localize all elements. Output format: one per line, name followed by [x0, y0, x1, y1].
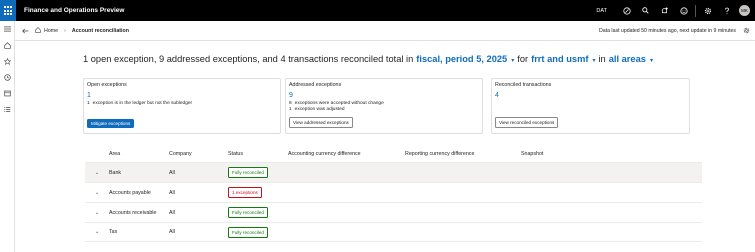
- column-header-accounting-difference[interactable]: Accounting currency difference: [288, 151, 361, 157]
- column-header-snapshot[interactable]: Snapshot: [521, 151, 543, 157]
- row-company: All: [169, 169, 175, 176]
- copilot-icon[interactable]: [617, 0, 636, 21]
- column-header-company[interactable]: Company: [169, 151, 192, 157]
- main-content: 1 open exception, 9 addressed exceptions…: [15, 41, 755, 252]
- home-icon[interactable]: [0, 37, 15, 53]
- card-title: Reconciled transactions: [495, 82, 552, 88]
- summary-headline: 1 open exception, 9 addressed exceptions…: [83, 54, 656, 64]
- card-detail: 1 exception was adjusted: [289, 107, 345, 112]
- addressed-exceptions-count[interactable]: 9: [289, 92, 479, 99]
- card-detail: 1 exception is in the ledger but not the …: [87, 101, 193, 106]
- table-header: Area Company Status Accounting currency …: [85, 145, 702, 162]
- chevron-right-icon: ›: [64, 27, 66, 34]
- chevron-down-icon[interactable]: ▾: [511, 57, 514, 64]
- row-area: Tax: [109, 229, 118, 235]
- avatar[interactable]: MK: [739, 5, 750, 16]
- back-icon[interactable]: [15, 28, 35, 34]
- view-addressed-exceptions-button[interactable]: View addressed exceptions: [289, 117, 353, 128]
- company-filter[interactable]: frrt and usmf: [531, 54, 588, 64]
- reconciled-transactions-card: Reconciled transactions 4 View reconcile…: [491, 78, 690, 134]
- column-header-area[interactable]: Area: [109, 151, 120, 157]
- breadcrumb: Home › Account reconciliation: [35, 26, 130, 35]
- status-badge: Fully reconciled: [228, 207, 268, 218]
- company-selector[interactable]: DAT: [596, 8, 607, 14]
- workspace-icon[interactable]: [0, 85, 15, 101]
- data-refresh-status: Data last updated 50 minutes ago, next u…: [599, 27, 736, 34]
- card-title: Addressed exceptions: [289, 82, 342, 88]
- row-area: Bank: [109, 169, 122, 176]
- row-area: Accounts payable: [109, 189, 151, 196]
- list-icon[interactable]: [0, 101, 15, 117]
- smiley-icon[interactable]: [674, 0, 693, 21]
- divider: [695, 4, 696, 17]
- chevron-down-icon[interactable]: ⌄: [85, 229, 109, 235]
- table-row[interactable]: ⌄ Tax All Fully reconciled: [85, 222, 702, 242]
- column-header-reporting-difference[interactable]: Reporting currency difference: [405, 151, 474, 157]
- chevron-down-icon[interactable]: ⌄: [85, 210, 109, 216]
- card-detail: 8 exceptions were accepted without change: [289, 101, 384, 106]
- star-icon[interactable]: [0, 53, 15, 69]
- addressed-exceptions-card: Addressed exceptions 9 8 exceptions were …: [285, 78, 483, 134]
- page-header: Home › Account reconciliation Data last …: [15, 21, 755, 41]
- home-icon[interactable]: [35, 26, 41, 35]
- chevron-down-icon[interactable]: ▾: [592, 57, 595, 64]
- open-exceptions-card: Open exceptions 1 1 exception is in the l…: [83, 78, 281, 134]
- top-bar: Finance and Operations Preview DAT MK: [0, 0, 755, 21]
- status-badge: Fully reconciled: [228, 226, 268, 238]
- row-company: All: [169, 189, 175, 196]
- menu-icon[interactable]: [0, 21, 15, 37]
- table-row[interactable]: ⌄ Accounts payable All 1 exceptions: [85, 182, 702, 202]
- period-selector[interactable]: fiscal, period 5, 2025: [416, 54, 507, 64]
- reconciliation-table: Area Company Status Accounting currency …: [85, 145, 702, 242]
- settings-icon[interactable]: [698, 0, 717, 21]
- help-icon[interactable]: [717, 0, 736, 21]
- app-title: Finance and Operations Preview: [24, 7, 125, 14]
- area-filter[interactable]: all areas: [609, 54, 646, 64]
- search-icon[interactable]: [636, 0, 655, 21]
- row-area: Accounts receivable: [109, 209, 157, 216]
- row-company: All: [169, 209, 175, 216]
- left-nav: [0, 21, 15, 252]
- settings-icon[interactable]: [743, 27, 750, 36]
- headline-for: for: [517, 54, 529, 64]
- status-badge: 1 exceptions: [228, 187, 262, 198]
- chevron-down-icon[interactable]: ⌄: [85, 170, 109, 176]
- waffle-icon[interactable]: [0, 0, 16, 21]
- reconciled-transactions-count[interactable]: 4: [495, 92, 686, 99]
- recent-icon[interactable]: [0, 69, 15, 85]
- row-company: All: [169, 229, 175, 235]
- notification-icon[interactable]: [655, 0, 674, 21]
- chevron-down-icon[interactable]: ⌄: [85, 190, 109, 196]
- column-header-status[interactable]: Status: [228, 151, 243, 157]
- table-row[interactable]: ⌄ Accounts receivable All Fully reconcil…: [85, 202, 702, 222]
- headline-in: in: [598, 54, 606, 64]
- breadcrumb-home[interactable]: Home: [44, 28, 58, 34]
- chevron-down-icon[interactable]: ▾: [650, 57, 653, 64]
- headline-text: 1 open exception, 9 addressed exceptions…: [83, 54, 414, 64]
- card-title: Open exceptions: [87, 82, 127, 88]
- page-title: Account reconciliation: [71, 27, 130, 34]
- table-row[interactable]: ⌄ Bank All Fully reconciled: [85, 162, 702, 182]
- mitigate-exceptions-button[interactable]: Mitigate exceptions: [87, 119, 135, 128]
- open-exceptions-count[interactable]: 1: [87, 92, 277, 99]
- view-reconciled-exceptions-button[interactable]: View reconciled exceptions: [495, 117, 559, 128]
- status-badge: Fully reconciled: [228, 167, 268, 178]
